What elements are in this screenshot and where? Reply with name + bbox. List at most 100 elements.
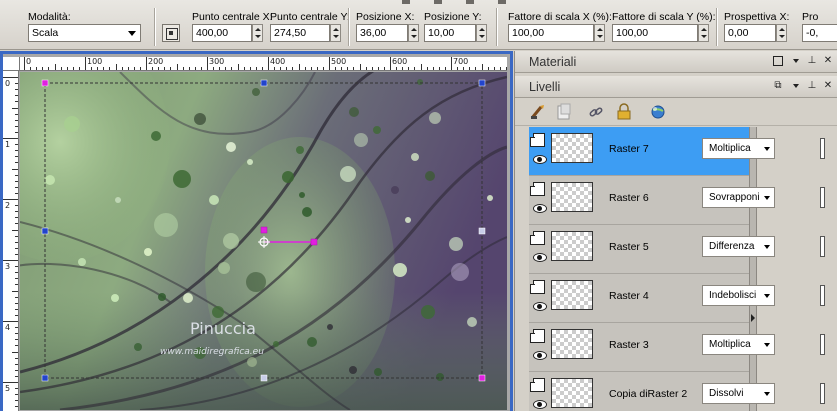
chevron-down-icon[interactable]	[791, 56, 801, 66]
corner-handle-bottom-left[interactable]	[41, 374, 49, 382]
center-handle[interactable]	[260, 226, 268, 234]
layers-panel-header: Livelli ⧉ ⊥ ✕	[515, 76, 837, 98]
blend-mode-select[interactable]: Differenza	[702, 236, 775, 257]
pos-x-spinner[interactable]	[408, 24, 419, 42]
opacity-slider[interactable]	[820, 138, 825, 159]
corner-handle-bottom-right[interactable]	[478, 374, 486, 382]
handle-middle-right[interactable]	[478, 227, 486, 235]
rotation-handle[interactable]	[310, 238, 318, 246]
center-y-spinner[interactable]	[330, 24, 341, 42]
scale-x-spinner[interactable]	[594, 24, 605, 42]
eye-icon[interactable]	[533, 400, 547, 409]
eye-icon[interactable]	[533, 155, 547, 164]
close-icon[interactable]: ✕	[823, 81, 833, 91]
ruler-label: 100	[87, 57, 103, 66]
blend-mode-select[interactable]: Indebolisci	[702, 285, 775, 306]
layer-thumbnail	[551, 329, 593, 359]
image-canvas[interactable]: Pinuccia www.maidiregrafica.eu	[20, 72, 507, 410]
pin-icon[interactable]: ⊥	[807, 81, 817, 91]
toolbar-divider	[496, 8, 497, 46]
ruler-tick	[15, 186, 18, 188]
tool-options-bar: Modalità: Scala Punto centrale X: 400,00…	[0, 0, 837, 50]
page-icon[interactable]	[530, 133, 545, 147]
perspective-y-input[interactable]: -0,	[802, 24, 837, 42]
opacity-slider[interactable]	[820, 383, 825, 404]
mode-select[interactable]: Scala	[28, 24, 141, 42]
chevron-down-icon[interactable]	[791, 81, 801, 91]
pos-y-spinner[interactable]	[476, 24, 487, 42]
page-icon[interactable]	[530, 280, 545, 294]
ruler-tick	[15, 119, 18, 121]
layers-toolbar	[515, 98, 837, 126]
layer-thumbnail	[551, 280, 593, 310]
scale-x-input[interactable]: 100,00	[508, 24, 594, 42]
scale-y-spinner[interactable]	[698, 24, 709, 42]
lock-icon[interactable]	[615, 103, 633, 121]
blend-mode-value: Moltiplica	[709, 339, 751, 350]
layer-properties-icon[interactable]	[555, 103, 573, 121]
eye-icon[interactable]	[533, 351, 547, 360]
pos-y-input[interactable]: 10,00	[424, 24, 476, 42]
splitter-grip[interactable]	[751, 313, 755, 323]
opacity-slider[interactable]	[820, 236, 825, 257]
globe-icon[interactable]	[649, 103, 667, 121]
reset-transform-button[interactable]	[162, 24, 180, 42]
blend-mode-select[interactable]: Dissolvi	[702, 383, 775, 404]
layer-name: Raster 7	[609, 143, 649, 155]
opacity-slider[interactable]	[820, 334, 825, 355]
blend-mode-value: Indebolisci	[709, 290, 757, 301]
new-layer-icon[interactable]	[529, 103, 547, 121]
page-icon[interactable]	[530, 231, 545, 245]
ruler-tick	[15, 211, 18, 213]
link-icon[interactable]	[587, 103, 605, 121]
ruler-tick	[15, 95, 18, 97]
handle-middle-left[interactable]	[41, 227, 49, 235]
opacity-slider[interactable]	[820, 187, 825, 208]
handle-top-middle[interactable]	[260, 79, 268, 87]
layers-splitter[interactable]	[749, 127, 757, 411]
ruler-tick	[15, 266, 18, 268]
eye-icon[interactable]	[533, 253, 547, 262]
eye-icon[interactable]	[533, 302, 547, 311]
scale-y-input[interactable]: 100,00	[612, 24, 698, 42]
ruler-tick	[66, 67, 68, 70]
opacity-slider[interactable]	[820, 285, 825, 306]
blend-mode-select[interactable]: Moltiplica	[702, 138, 775, 159]
center-x-spinner[interactable]	[252, 24, 263, 42]
page-icon[interactable]	[530, 329, 545, 343]
corner-handle-top-right[interactable]	[478, 79, 486, 87]
ruler-tick	[15, 217, 18, 219]
ruler-tick	[390, 57, 391, 70]
restore-icon[interactable]: ⧉	[773, 81, 783, 91]
ruler-tick	[225, 67, 227, 70]
page-icon[interactable]	[530, 378, 545, 392]
pin-icon[interactable]: ⊥	[807, 56, 817, 66]
blend-mode-select[interactable]: Moltiplica	[702, 334, 775, 355]
palettes-dock: Materiali ⊥ ✕ Livelli ⧉ ⊥ ✕ Raster 7 Ras…	[514, 51, 837, 411]
ruler-tick	[499, 67, 501, 70]
pos-x-input[interactable]: 36,00	[356, 24, 408, 42]
ruler-tick	[115, 64, 117, 70]
layer-name: Raster 3	[609, 339, 649, 351]
ruler-tick	[475, 67, 477, 70]
ruler-tick	[15, 357, 18, 359]
ruler-tick	[451, 57, 452, 70]
ruler-tick	[268, 57, 269, 70]
blend-mode-select[interactable]: Sovrapponi	[702, 187, 775, 208]
perspective-x-input[interactable]: 0,00	[724, 24, 776, 42]
ruler-tick	[15, 363, 18, 365]
ruler-tick	[280, 67, 282, 70]
perspective-x-spinner[interactable]	[776, 24, 787, 42]
close-icon[interactable]: ✕	[823, 56, 833, 66]
ruler-tick	[444, 67, 446, 70]
chevron-down-icon	[764, 245, 770, 249]
corner-handle-top-left[interactable]	[41, 79, 49, 87]
maximize-icon[interactable]	[773, 56, 783, 66]
materials-panel-header: Materiali ⊥ ✕	[515, 51, 837, 73]
center-x-input[interactable]: 400,00	[192, 24, 252, 42]
ruler-tick	[231, 67, 233, 70]
handle-bottom-middle[interactable]	[260, 374, 268, 382]
center-y-input[interactable]: 274,50	[270, 24, 330, 42]
eye-icon[interactable]	[533, 204, 547, 213]
page-icon[interactable]	[530, 182, 545, 196]
